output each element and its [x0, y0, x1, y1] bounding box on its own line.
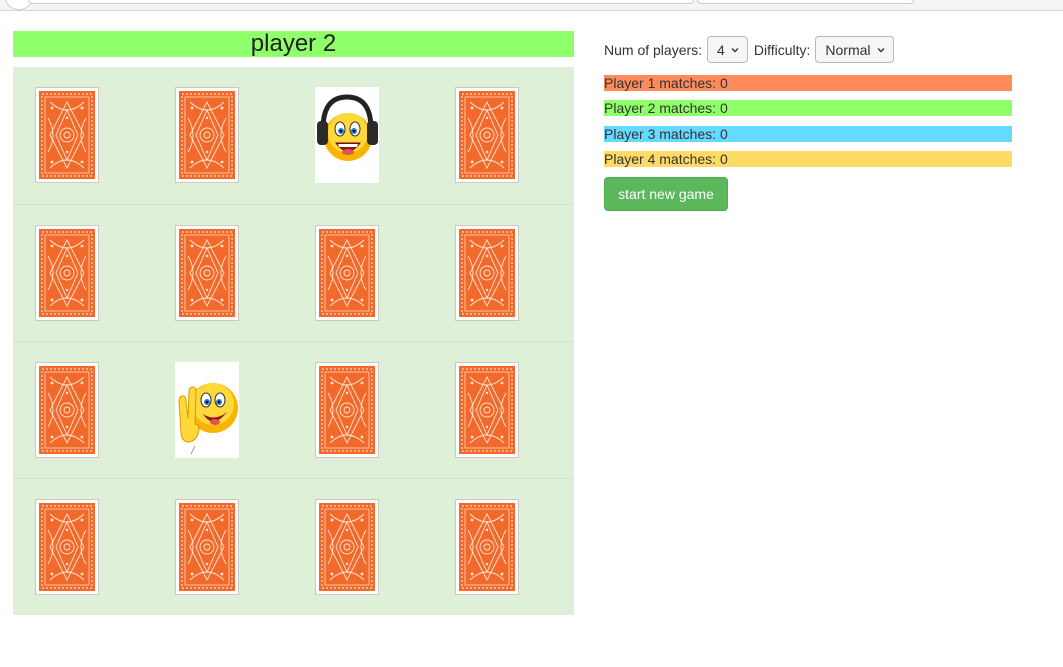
headphones-smiley-icon: [315, 87, 379, 183]
card-face-down[interactable]: [455, 87, 519, 183]
card-back-pattern: [315, 499, 379, 595]
card-face-down[interactable]: [35, 87, 99, 183]
board-row: [13, 341, 574, 478]
card-face-down[interactable]: [455, 362, 519, 458]
board-row: [13, 478, 574, 615]
card-back-pattern: [175, 499, 239, 595]
difficulty-select[interactable]: Normal: [815, 36, 894, 63]
player-4-score: Player 4 matches: 0: [604, 151, 1012, 167]
player-1-score: Player 1 matches: 0: [604, 75, 1012, 91]
card-face-down[interactable]: [315, 225, 379, 321]
card-back-pattern: [315, 362, 379, 458]
num-players-label: Num of players:: [604, 41, 703, 58]
card-back-pattern: [35, 362, 99, 458]
chevron-down-icon: [877, 47, 885, 52]
difficulty-label: Difficulty:: [753, 41, 811, 58]
board-row: [13, 204, 574, 341]
card-face-down[interactable]: [35, 362, 99, 458]
difficulty-value: Normal: [825, 41, 871, 58]
card-back-pattern: [455, 362, 519, 458]
num-players-select[interactable]: 4: [707, 36, 748, 63]
card-face-down[interactable]: [35, 225, 99, 321]
card-face-up[interactable]: [175, 362, 239, 458]
card-back-pattern: [35, 225, 99, 321]
card-face-down[interactable]: [175, 225, 239, 321]
card-face-down[interactable]: [35, 499, 99, 595]
card-face-down[interactable]: [175, 87, 239, 183]
game-board: [13, 67, 574, 615]
card-face-up[interactable]: [315, 87, 379, 183]
card-back-pattern: [455, 87, 519, 183]
player-3-score: Player 3 matches: 0: [604, 126, 1012, 142]
card-back-pattern: [175, 225, 239, 321]
card-face-down[interactable]: [175, 499, 239, 595]
search-bar[interactable]: [697, 0, 914, 4]
card-back-pattern: [175, 87, 239, 183]
address-bar[interactable]: [28, 0, 694, 4]
board-row: [13, 67, 574, 204]
card-back-pattern: [35, 87, 99, 183]
current-player-banner: player 2: [13, 31, 574, 57]
card-back-pattern: [455, 499, 519, 595]
card-back-pattern: [35, 499, 99, 595]
card-back-pattern: [455, 225, 519, 321]
player-2-score: Player 2 matches: 0: [604, 100, 1012, 116]
card-face-down[interactable]: [455, 225, 519, 321]
card-face-down[interactable]: [315, 362, 379, 458]
game-controls: Num of players: 4 Difficulty: Normal: [604, 35, 900, 64]
start-new-game-button[interactable]: start new game: [604, 177, 728, 211]
card-face-down[interactable]: [315, 499, 379, 595]
peace-smiley-icon: [175, 362, 239, 458]
num-players-value: 4: [717, 41, 725, 58]
chevron-down-icon: [731, 47, 739, 52]
card-face-down[interactable]: [455, 499, 519, 595]
card-back-pattern: [315, 225, 379, 321]
browser-toolbar: [0, 0, 1063, 11]
